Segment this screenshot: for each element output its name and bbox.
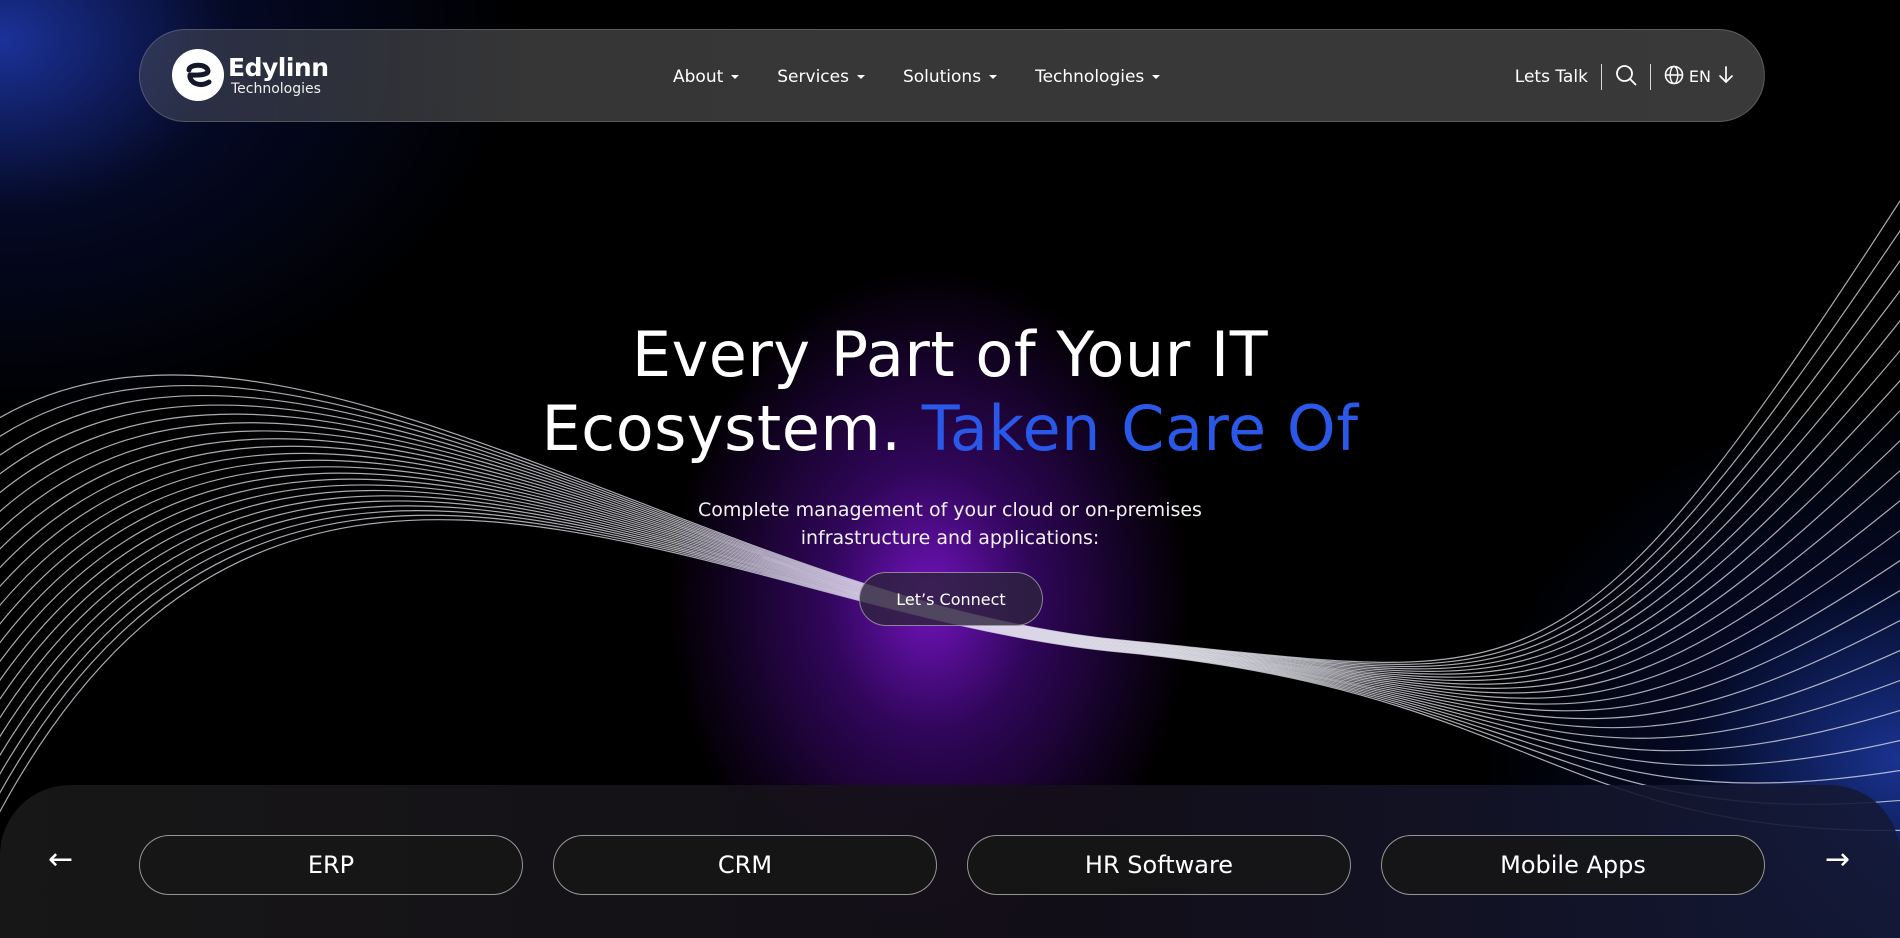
hero-title-accent: Taken Care Of bbox=[921, 392, 1359, 465]
hero-subtitle: Complete management of your cloud or on-… bbox=[0, 496, 1900, 552]
prev-arrow-icon[interactable]: ← bbox=[48, 845, 73, 875]
caret-down-icon bbox=[856, 74, 865, 79]
hero-title-line2: Ecosystem. bbox=[541, 392, 902, 465]
main-menu: About Services Solutions Technologies bbox=[673, 30, 1198, 123]
menu-solutions-label: Solutions bbox=[902, 66, 982, 87]
page: Edylinn Technologies About Services Solu… bbox=[0, 0, 1900, 938]
wave-line bbox=[0, 510, 1900, 784]
hero-subtitle-line2: infrastructure and applications: bbox=[800, 527, 1100, 549]
nav-actions: Lets Talk EN bbox=[1515, 30, 1734, 123]
solution-pill-crm[interactable]: CRM bbox=[553, 835, 937, 895]
menu-services[interactable]: Services bbox=[777, 67, 865, 87]
menu-solutions[interactable]: Solutions bbox=[902, 66, 998, 87]
arrow-down-icon bbox=[1718, 65, 1734, 88]
divider bbox=[1600, 63, 1602, 90]
solution-pill-erp[interactable]: ERP bbox=[139, 835, 523, 895]
logo-name: Edylinn bbox=[228, 52, 329, 82]
next-arrow-icon[interactable]: → bbox=[1825, 845, 1850, 875]
logo-mark-icon bbox=[172, 49, 224, 101]
lets-connect-button[interactable]: Let’s Connect bbox=[859, 572, 1043, 626]
logo[interactable]: Edylinn Technologies bbox=[172, 49, 329, 101]
wave-line bbox=[0, 514, 1900, 805]
menu-technologies-label: Technologies bbox=[1035, 66, 1145, 87]
divider bbox=[1649, 63, 1651, 90]
menu-services-label: Services bbox=[777, 66, 849, 87]
navbar: Edylinn Technologies About Services Solu… bbox=[139, 29, 1765, 122]
search-icon[interactable] bbox=[1615, 64, 1637, 90]
language-selector[interactable]: EN bbox=[1664, 65, 1734, 89]
caret-down-icon bbox=[1152, 74, 1161, 79]
language-code: EN bbox=[1688, 67, 1711, 86]
menu-about-label: About bbox=[673, 66, 724, 87]
caret-down-icon bbox=[731, 74, 740, 79]
hero-title-line1: Every Part of Your IT bbox=[631, 318, 1269, 391]
wave-line bbox=[0, 452, 1900, 689]
globe-icon bbox=[1664, 65, 1684, 89]
lets-talk-link[interactable]: Lets Talk bbox=[1515, 67, 1588, 87]
hero-subtitle-line1: Complete management of your cloud or on-… bbox=[698, 499, 1202, 521]
menu-about[interactable]: About bbox=[673, 66, 740, 87]
logo-subtitle: Technologies bbox=[231, 80, 321, 97]
solution-pill-hr-software[interactable]: HR Software bbox=[967, 835, 1351, 895]
menu-technologies[interactable]: Technologies bbox=[1035, 66, 1161, 87]
caret-down-icon bbox=[989, 74, 998, 79]
hero-title: Every Part of Your IT Ecosystem. Taken C… bbox=[0, 318, 1900, 466]
solution-pill-mobile-apps[interactable]: Mobile Apps bbox=[1381, 835, 1765, 895]
